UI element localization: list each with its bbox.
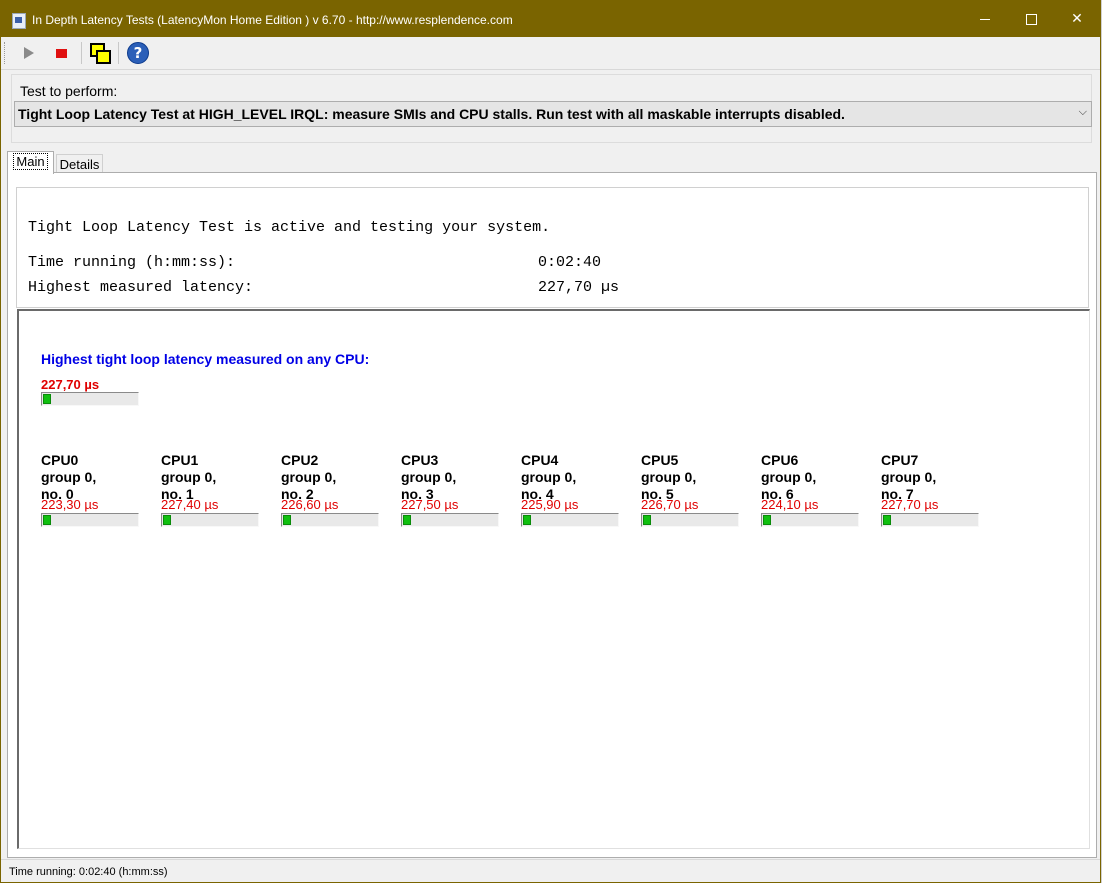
cpu-latency-bar bbox=[41, 513, 139, 527]
time-running-label: Time running (h:mm:ss): bbox=[28, 254, 236, 271]
windows-button[interactable] bbox=[87, 41, 111, 65]
toolbar-separator bbox=[118, 42, 119, 64]
test-label: Test to perform: bbox=[20, 83, 118, 99]
cpu-latency-value: 227,40 µs bbox=[161, 497, 219, 512]
cpu-panel: CPU2 group 0, no. 2 226,60 µs bbox=[281, 452, 391, 532]
cpu-group: group 0, bbox=[161, 469, 217, 485]
cpu-latency-value: 225,90 µs bbox=[521, 497, 579, 512]
app-icon bbox=[12, 13, 26, 29]
cpu-group: group 0, bbox=[641, 469, 697, 485]
cpu-latency-bar bbox=[281, 513, 379, 527]
background-window-edge bbox=[1101, 0, 1107, 883]
maximize-icon bbox=[1025, 13, 1037, 25]
cpu-latency-bar-fill bbox=[763, 515, 771, 525]
main-tab-panel: Tight Loop Latency Test is active and te… bbox=[7, 172, 1097, 858]
maximize-button[interactable] bbox=[1008, 1, 1054, 37]
cpu-name: CPU5 bbox=[641, 452, 679, 468]
cpu-latency-bar-fill bbox=[523, 515, 531, 525]
cpu-latency-bar-fill bbox=[643, 515, 651, 525]
toolbar: ? bbox=[1, 37, 1100, 70]
overall-latency-value: 227,70 µs bbox=[41, 377, 100, 392]
cpu-group: group 0, bbox=[401, 469, 457, 485]
highest-latency-label: Highest measured latency: bbox=[28, 279, 254, 296]
stop-button[interactable] bbox=[49, 41, 73, 65]
overall-latency-bar-fill bbox=[43, 394, 51, 404]
status-line: Tight Loop Latency Test is active and te… bbox=[28, 219, 551, 236]
cpu-latency-bar-fill bbox=[43, 515, 51, 525]
cpu-latency-value: 223,30 µs bbox=[41, 497, 99, 512]
latency-graph-area: Highest tight loop latency measured on a… bbox=[17, 309, 1090, 849]
close-icon: ✕ bbox=[1071, 11, 1083, 27]
latencymon-window: In Depth Latency Tests (LatencyMon Home … bbox=[0, 0, 1101, 883]
cpu-panel: CPU0 group 0, no. 0 223,30 µs bbox=[41, 452, 151, 532]
minimize-icon bbox=[980, 18, 990, 20]
tab-main-label: Main bbox=[13, 153, 48, 170]
cpu-group: group 0, bbox=[41, 469, 97, 485]
window-title: In Depth Latency Tests (LatencyMon Home … bbox=[32, 13, 513, 27]
cpu-panel: CPU1 group 0, no. 1 227,40 µs bbox=[161, 452, 271, 532]
cpu-latency-value: 227,70 µs bbox=[881, 497, 939, 512]
cpu-latency-value: 226,70 µs bbox=[641, 497, 699, 512]
cpu-latency-bar-fill bbox=[163, 515, 171, 525]
test-select[interactable]: Tight Loop Latency Test at HIGH_LEVEL IR… bbox=[14, 101, 1092, 127]
cpu-name: CPU3 bbox=[401, 452, 439, 468]
play-icon bbox=[24, 47, 34, 59]
cpu-name: CPU2 bbox=[281, 452, 319, 468]
cpu-group: group 0, bbox=[521, 469, 577, 485]
cpu-latency-bar bbox=[761, 513, 859, 527]
status-bar: Time running: 0:02:40 (h:mm:ss) bbox=[1, 859, 1100, 882]
cpu-latency-value: 227,50 µs bbox=[401, 497, 459, 512]
cpu-name: CPU1 bbox=[161, 452, 199, 468]
help-icon: ? bbox=[127, 42, 149, 64]
highest-latency-value: 227,70 µs bbox=[538, 279, 620, 296]
cpu-latency-value: 226,60 µs bbox=[281, 497, 339, 512]
toolbar-grip[interactable] bbox=[4, 42, 7, 64]
help-button[interactable]: ? bbox=[126, 41, 150, 65]
cpu-panel: CPU4 group 0, no. 4 225,90 µs bbox=[521, 452, 631, 532]
tab-details-label: Details bbox=[59, 157, 100, 172]
toolbar-separator bbox=[81, 42, 82, 64]
cpu-group: group 0, bbox=[881, 469, 937, 485]
cpu-latency-bar bbox=[521, 513, 619, 527]
cpu-panel: CPU7 group 0, no. 7 227,70 µs bbox=[881, 452, 991, 532]
windows-icon-front bbox=[96, 50, 111, 64]
cpu-group: group 0, bbox=[761, 469, 817, 485]
overall-latency-bar bbox=[41, 392, 139, 406]
info-box: Tight Loop Latency Test is active and te… bbox=[16, 187, 1089, 308]
cpu-name: CPU7 bbox=[881, 452, 919, 468]
minimize-button[interactable] bbox=[962, 1, 1008, 37]
cpu-panel: CPU3 group 0, no. 3 227,50 µs bbox=[401, 452, 511, 532]
start-button[interactable] bbox=[17, 41, 41, 65]
cpu-panel: CPU5 group 0, no. 5 226,70 µs bbox=[641, 452, 751, 532]
test-select-value: Tight Loop Latency Test at HIGH_LEVEL IR… bbox=[18, 106, 845, 122]
cpu-group: group 0, bbox=[281, 469, 337, 485]
cpu-latency-bar-fill bbox=[283, 515, 291, 525]
title-bar[interactable]: In Depth Latency Tests (LatencyMon Home … bbox=[1, 1, 1100, 37]
status-bar-text: Time running: 0:02:40 (h:mm:ss) bbox=[9, 866, 168, 878]
cpu-latency-bar bbox=[401, 513, 499, 527]
cpu-latency-bar bbox=[161, 513, 259, 527]
cpu-name: CPU6 bbox=[761, 452, 799, 468]
cpu-latency-bar bbox=[881, 513, 979, 527]
close-button[interactable]: ✕ bbox=[1054, 1, 1100, 37]
time-running-value: 0:02:40 bbox=[538, 254, 602, 271]
overall-latency-title: Highest tight loop latency measured on a… bbox=[41, 351, 370, 367]
stop-icon bbox=[56, 49, 67, 58]
chevron-down-icon[interactable]: ⌵ bbox=[1079, 105, 1087, 119]
cpu-name: CPU4 bbox=[521, 452, 559, 468]
cpu-name: CPU0 bbox=[41, 452, 79, 468]
cpu-latency-bar-fill bbox=[883, 515, 891, 525]
tab-main[interactable]: Main bbox=[7, 151, 54, 174]
cpu-latency-bar-fill bbox=[403, 515, 411, 525]
cpu-latency-value: 224,10 µs bbox=[761, 497, 819, 512]
cpu-panel: CPU6 group 0, no. 6 224,10 µs bbox=[761, 452, 871, 532]
cpu-latency-bar bbox=[641, 513, 739, 527]
